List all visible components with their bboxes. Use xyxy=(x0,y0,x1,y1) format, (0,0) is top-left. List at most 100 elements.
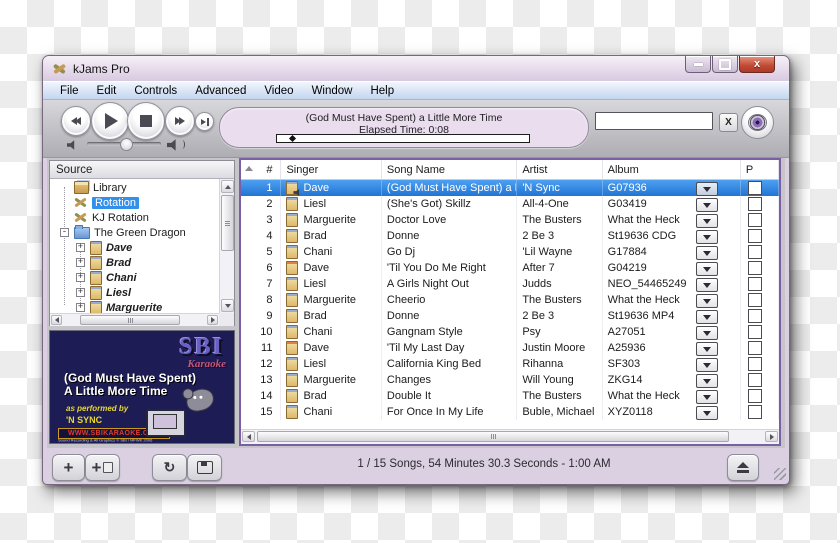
p-checkbox[interactable] xyxy=(747,181,762,195)
table-row[interactable]: 8 Marguerite Cheerio The Busters What the He… xyxy=(241,292,779,308)
resize-grip[interactable] xyxy=(774,468,786,480)
album-dropdown-button[interactable] xyxy=(695,326,718,340)
p-checkbox[interactable] xyxy=(747,229,762,243)
title-bar[interactable]: kJams Pro x xyxy=(43,56,789,81)
album-dropdown-button[interactable] xyxy=(695,406,718,420)
album-dropdown-button[interactable] xyxy=(695,374,718,388)
visualizer-button[interactable] xyxy=(741,106,774,139)
table-row[interactable]: 1 Dave (God Must Have Spent) a L... 'N Sync… xyxy=(241,180,779,196)
source-vertical-scrollbar[interactable] xyxy=(219,179,234,313)
p-checkbox[interactable] xyxy=(747,261,762,275)
table-row[interactable]: 9 Brad Donne 2 Be 3 St19636 MP4 xyxy=(241,308,779,324)
minimize-button[interactable] xyxy=(685,56,711,73)
volume-slider[interactable] xyxy=(87,138,161,151)
album-dropdown-button[interactable] xyxy=(695,182,718,196)
album-dropdown-button[interactable] xyxy=(695,342,718,356)
album-dropdown-button[interactable] xyxy=(695,278,718,292)
album-dropdown-button[interactable] xyxy=(695,294,718,308)
scroll-left-button[interactable] xyxy=(242,431,255,442)
p-checkbox[interactable] xyxy=(747,213,762,227)
p-checkbox[interactable] xyxy=(747,293,762,307)
menu-item-controls[interactable]: Controls xyxy=(125,84,186,98)
menu-item-window[interactable]: Window xyxy=(303,84,362,98)
table-row[interactable]: 13 Marguerite Changes Will Young ZKG14 xyxy=(241,372,779,388)
rewind-button[interactable] xyxy=(61,106,91,136)
column-header-artist[interactable]: Artist xyxy=(517,160,603,179)
album-dropdown-button[interactable] xyxy=(695,262,718,276)
expand-icon[interactable]: + xyxy=(76,273,85,282)
column-header-album[interactable]: Album xyxy=(603,160,741,179)
table-row[interactable]: 6 Dave 'Til You Do Me Right After 7 G04219 xyxy=(241,260,779,276)
menu-item-edit[interactable]: Edit xyxy=(88,84,126,98)
table-row[interactable]: 3 Marguerite Doctor Love The Busters What th… xyxy=(241,212,779,228)
volume-slider-thumb[interactable] xyxy=(120,138,134,151)
progress-marker[interactable] xyxy=(288,134,296,142)
collapse-icon[interactable]: - xyxy=(60,228,69,237)
column-header-singer[interactable]: Singer xyxy=(281,160,382,179)
album-dropdown-button[interactable] xyxy=(695,358,718,372)
sidebar-item-liesl[interactable]: + Liesl xyxy=(50,285,219,300)
fast-forward-button[interactable] xyxy=(165,106,195,136)
sidebar-item-rotation[interactable]: Rotation xyxy=(50,195,219,210)
stop-button[interactable] xyxy=(127,102,165,140)
eject-button[interactable] xyxy=(727,454,759,481)
sidebar-item-brad[interactable]: + Brad xyxy=(50,255,219,270)
scroll-right-button[interactable] xyxy=(207,315,218,325)
table-horizontal-scrollbar[interactable] xyxy=(241,429,779,444)
sidebar-item-kj-rotation[interactable]: KJ Rotation xyxy=(50,210,219,225)
p-checkbox[interactable] xyxy=(747,277,762,291)
p-checkbox[interactable] xyxy=(747,405,762,419)
table-row[interactable]: 14 Brad Double It The Busters What the Heck xyxy=(241,388,779,404)
column-header-song-name[interactable]: Song Name xyxy=(382,160,518,179)
maximize-button[interactable] xyxy=(712,56,738,73)
sidebar-item-the-green-dragon[interactable]: - The Green Dragon xyxy=(50,224,219,240)
expand-icon[interactable]: + xyxy=(76,243,85,252)
source-horizontal-scrollbar[interactable] xyxy=(50,313,219,326)
loop-button[interactable]: ↻ xyxy=(152,454,187,481)
expand-icon[interactable]: + xyxy=(76,288,85,297)
p-checkbox[interactable] xyxy=(747,389,762,403)
table-row[interactable]: 7 Liesl A Girls Night Out Judds NEO_54465249 xyxy=(241,276,779,292)
scroll-down-button[interactable] xyxy=(221,299,234,312)
sidebar-item-chani[interactable]: + Chani xyxy=(50,270,219,285)
search-input[interactable] xyxy=(595,112,713,130)
play-button[interactable] xyxy=(91,102,129,140)
p-checkbox[interactable] xyxy=(747,373,762,387)
table-row[interactable]: 12 Liesl California King Bed Rihanna SF303 xyxy=(241,356,779,372)
sidebar-item-library[interactable]: Library xyxy=(50,180,219,195)
table-row[interactable]: 15 Chani For Once In My Life Buble, Michael… xyxy=(241,404,779,420)
p-checkbox[interactable] xyxy=(747,341,762,355)
menu-item-help[interactable]: Help xyxy=(361,84,403,98)
scroll-up-button[interactable] xyxy=(221,180,234,193)
table-row[interactable]: 4 Brad Donne 2 Be 3 St19636 CDG xyxy=(241,228,779,244)
song-progress-bar[interactable] xyxy=(276,134,530,143)
screen-button[interactable] xyxy=(187,454,222,481)
album-dropdown-button[interactable] xyxy=(695,214,718,228)
album-dropdown-button[interactable] xyxy=(695,246,718,260)
table-row[interactable]: 2 Liesl (She's Got) Skillz All-4-One G03419 xyxy=(241,196,779,212)
scroll-thumb[interactable] xyxy=(257,431,729,442)
add-playlist-button[interactable]: + xyxy=(85,454,120,481)
album-dropdown-button[interactable] xyxy=(695,198,718,212)
p-checkbox[interactable] xyxy=(747,197,762,211)
expand-icon[interactable]: + xyxy=(76,303,85,312)
menu-item-video[interactable]: Video xyxy=(255,84,302,98)
sidebar-item-dave[interactable]: + Dave xyxy=(50,240,219,255)
p-checkbox[interactable] xyxy=(747,325,762,339)
scroll-right-button[interactable] xyxy=(765,431,778,442)
album-dropdown-button[interactable] xyxy=(695,390,718,404)
add-song-button[interactable]: + xyxy=(52,454,85,481)
segue-button[interactable] xyxy=(195,112,214,131)
album-dropdown-button[interactable] xyxy=(695,230,718,244)
menu-item-advanced[interactable]: Advanced xyxy=(186,84,255,98)
p-checkbox[interactable] xyxy=(747,357,762,371)
p-checkbox[interactable] xyxy=(747,245,762,259)
table-row[interactable]: 11 Dave 'Til My Last Day Justin Moore A25936 xyxy=(241,340,779,356)
menu-item-file[interactable]: File xyxy=(51,84,88,98)
column-header-p[interactable]: P xyxy=(741,160,779,179)
table-row[interactable]: 10 Chani Gangnam Style Psy A27051 xyxy=(241,324,779,340)
clear-search-button[interactable]: X xyxy=(719,113,738,132)
expand-icon[interactable]: + xyxy=(76,258,85,267)
album-dropdown-button[interactable] xyxy=(695,310,718,324)
scroll-left-button[interactable] xyxy=(51,315,62,325)
